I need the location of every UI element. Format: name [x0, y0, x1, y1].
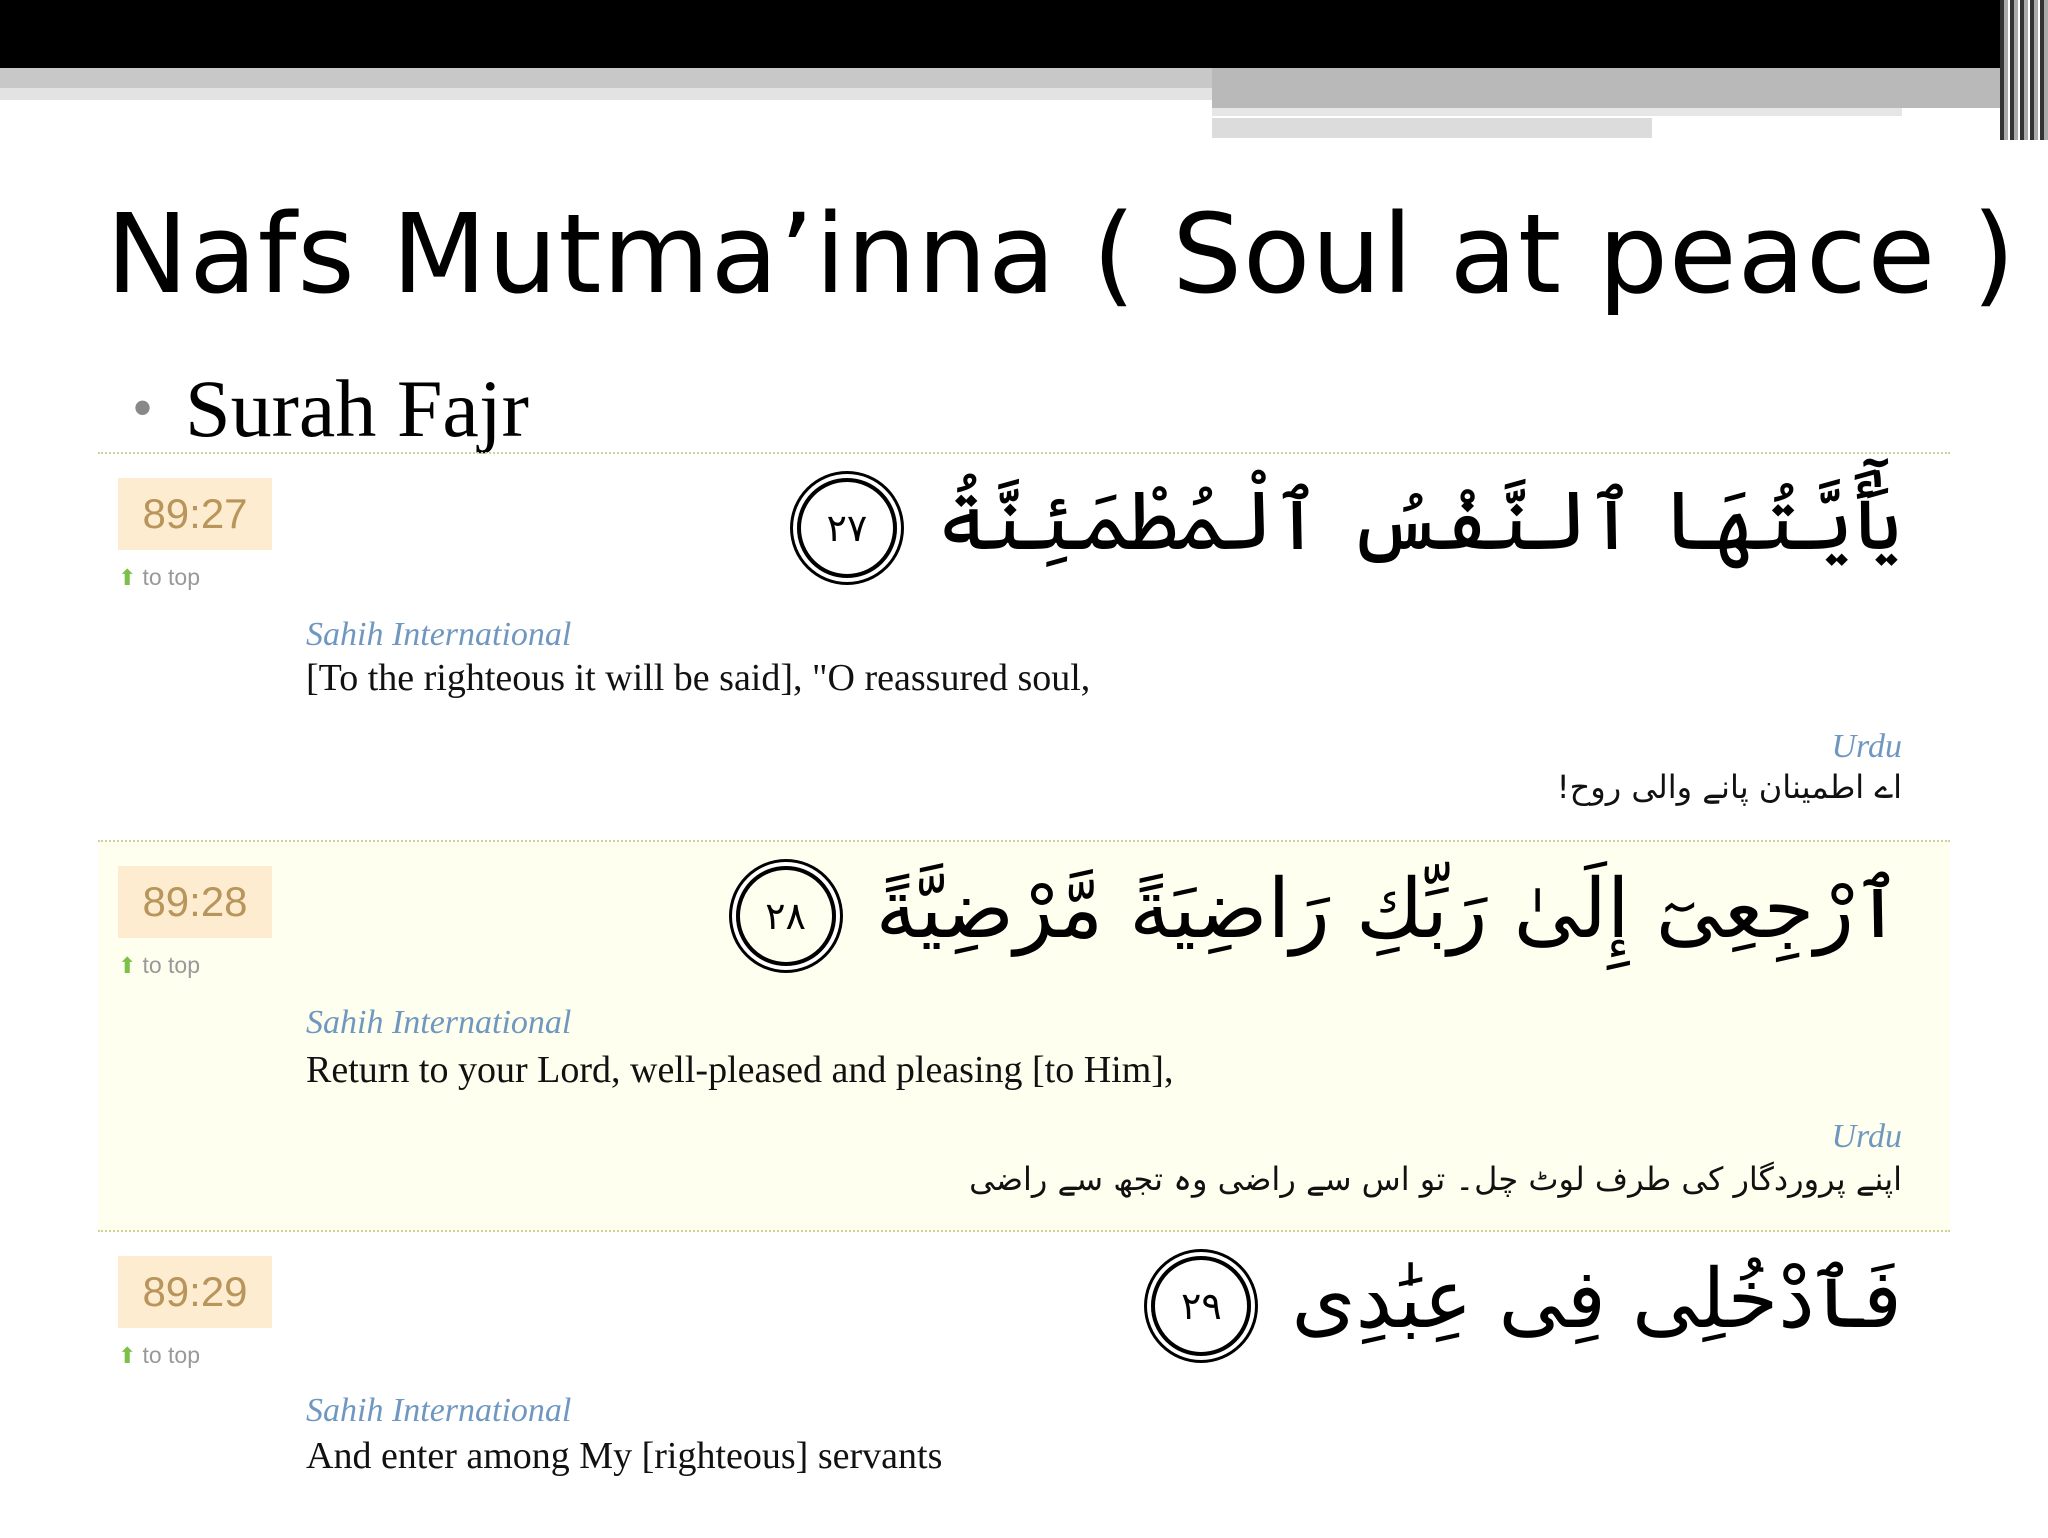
translation-text: And enter among My [righteous] servants: [306, 1435, 943, 1477]
arabic-verse: يَٰٓأَيَّتُهَا ٱلنَّفْسُ ٱلْمُطْمَئِنَّة…: [796, 474, 1902, 578]
translation-text: [To the righteous it will be said], "O r…: [306, 657, 1091, 699]
to-top-link[interactable]: ⬆ to top: [118, 1342, 200, 1369]
bullet-item: • Surah Fajr: [132, 362, 529, 456]
translation-label: Sahih International: [306, 1392, 572, 1429]
ayah-number-icon: ٢٩: [1151, 1255, 1252, 1356]
ayah-number-icon: ٢٨: [735, 865, 836, 966]
to-top-link[interactable]: ⬆ to top: [118, 564, 200, 591]
verse-block: 89:27 ⬆ to top يَٰٓأَيَّتُهَا ٱلنَّفْسُ ٱ…: [98, 452, 1950, 842]
translation-label: Sahih International: [306, 1004, 572, 1041]
decor-stripes: [2000, 0, 2048, 140]
verse-block: 89:29 ⬆ to top فَٱدْخُلِى فِى عِبَٰدِى ٢٩…: [98, 1230, 1950, 1538]
decor-band: [1212, 108, 1902, 116]
up-arrow-icon: ⬆: [118, 565, 137, 590]
decor-band: [1212, 118, 1652, 138]
urdu-label: Urdu: [1831, 1118, 1902, 1155]
verse-ref[interactable]: 89:28: [118, 866, 272, 938]
bullet-text: Surah Fajr: [185, 363, 529, 454]
verse-ref[interactable]: 89:27: [118, 478, 272, 550]
arabic-verse: ٱرْجِعِىٓ إِلَىٰ رَبِّكِ رَاضِيَةً مَّرْ…: [735, 862, 1902, 966]
urdu-label: Urdu: [1831, 728, 1902, 765]
ayah-number-icon: ٢٧: [796, 477, 897, 578]
to-top-link[interactable]: ⬆ to top: [118, 952, 200, 979]
decor-band: [1212, 68, 2000, 108]
up-arrow-icon: ⬆: [118, 1343, 137, 1368]
verse-block: 89:28 ⬆ to top ٱرْجِعِىٓ إِلَىٰ رَبِّكِ ر…: [98, 840, 1950, 1232]
slide-top-bar: [0, 0, 2048, 68]
verse-ref[interactable]: 89:29: [118, 1256, 272, 1328]
urdu-text: اے اطمینان پانے والی روح!: [1556, 768, 1902, 806]
decor-band: [0, 68, 1212, 88]
up-arrow-icon: ⬆: [118, 953, 137, 978]
arabic-verse: فَٱدْخُلِى فِى عِبَٰدِى ٢٩: [1151, 1252, 1902, 1356]
slide-title: Nafs Mutma’inna ( Soul at peace ): [106, 190, 2017, 318]
translation-text: Return to your Lord, well-pleased and pl…: [306, 1049, 1174, 1091]
translation-label: Sahih International: [306, 616, 572, 653]
decor-band: [0, 88, 1212, 100]
bullet-dot-icon: •: [132, 375, 154, 441]
urdu-text: اپنے پروردگار کی طرف لوٹ چل۔ تو اس سے را…: [969, 1160, 1902, 1198]
